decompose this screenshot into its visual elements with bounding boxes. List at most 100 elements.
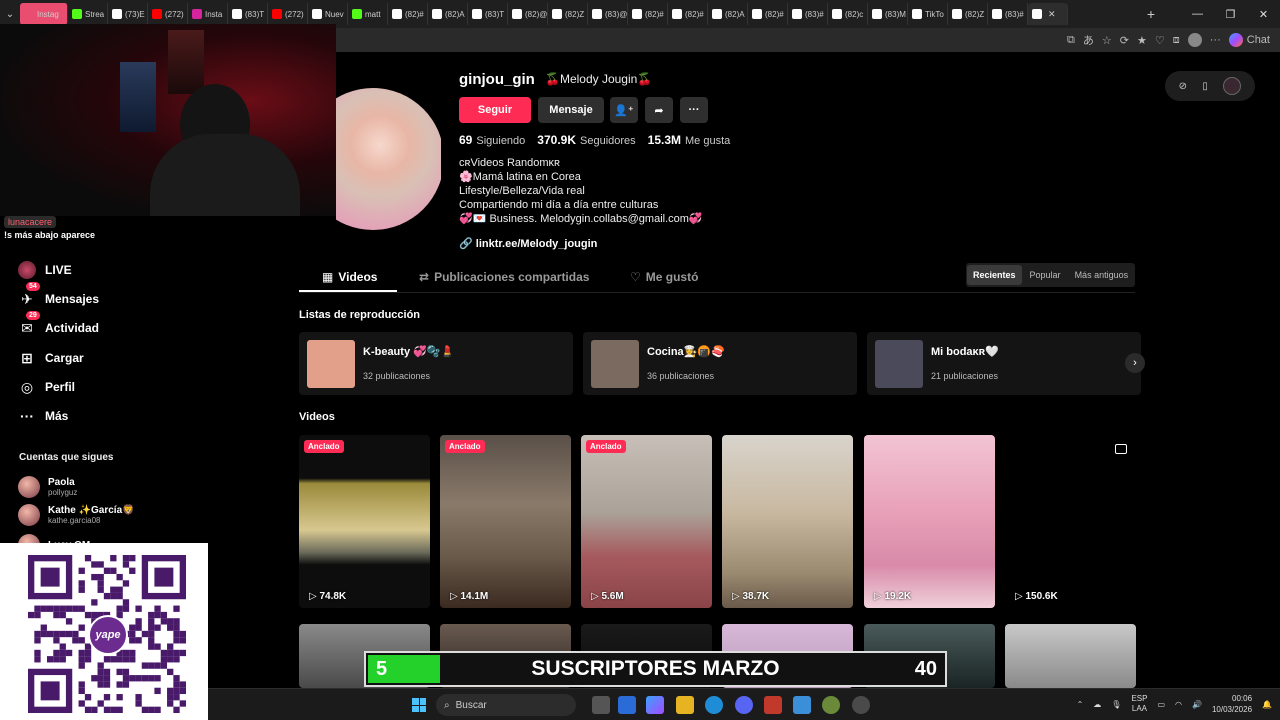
browser-tab[interactable]: (82)#: [748, 3, 788, 25]
sidebar-item-5[interactable]: ··· Más: [18, 407, 68, 425]
file-explorer-icon[interactable]: [676, 696, 694, 714]
video-card[interactable]: ▷ 19.2K: [864, 435, 995, 608]
video-card[interactable]: ▷ 150.6K: [1005, 435, 1136, 608]
profile-link[interactable]: 🔗 linktr.ee/Melody_jougin: [459, 237, 597, 250]
browser-tab[interactable]: (82)#: [628, 3, 668, 25]
account-avatar[interactable]: [1223, 77, 1242, 95]
store-icon[interactable]: [618, 696, 636, 714]
xbox-icon[interactable]: [822, 696, 840, 714]
monitor-icon[interactable]: ▭: [1157, 700, 1165, 709]
add-friend-button[interactable]: 👤⁺: [610, 97, 638, 123]
sort-popular[interactable]: Popular: [1024, 265, 1067, 285]
sidebar-item-3[interactable]: ⊞ Cargar: [18, 349, 84, 367]
browser-tab[interactable]: matt: [348, 3, 388, 25]
browser-tab[interactable]: (83)T: [468, 3, 508, 25]
video-card[interactable]: ▷ 38.7K: [722, 435, 853, 608]
task-view-icon[interactable]: [592, 696, 610, 714]
discord-icon[interactable]: [735, 696, 753, 714]
browser-tab[interactable]: (82)c: [828, 3, 868, 25]
tab-menu-icon[interactable]: ⌄: [0, 9, 20, 20]
browser-tab[interactable]: TikTo: [908, 3, 948, 25]
browser-tab[interactable]: Insta: [188, 3, 228, 25]
tab-liked[interactable]: ♡ Me gustó: [630, 270, 698, 284]
language-indicator[interactable]: ESP LAA: [1131, 694, 1147, 714]
video-card[interactable]: Anclado ▷ 14.1M: [440, 435, 571, 608]
tab-reposts[interactable]: ⇄ Publicaciones compartidas: [419, 270, 589, 284]
extensions-icon[interactable]: ⟳: [1120, 34, 1129, 47]
tab-close-icon[interactable]: ✕: [1048, 9, 1056, 20]
browser-tab[interactable]: (82)#: [388, 3, 428, 25]
sidebar-item-1[interactable]: ✈ 54 Mensajes: [18, 282, 99, 308]
browser-tab[interactable]: (82)A: [428, 3, 468, 25]
browser-tab[interactable]: Instag: [20, 3, 68, 25]
browser-tab[interactable]: (73)E: [108, 3, 148, 25]
taskbar-search[interactable]: ⌕ Buscar: [436, 694, 576, 716]
playlists-next-button[interactable]: ›: [1125, 353, 1145, 373]
more-options-button[interactable]: ···: [680, 97, 708, 123]
video-card[interactable]: Anclado ▷ 5.6M: [581, 435, 712, 608]
translate-icon[interactable]: あ: [1083, 32, 1094, 48]
browser-tab[interactable]: (83)@: [588, 3, 628, 25]
cloud-icon[interactable]: ☁: [1093, 700, 1101, 709]
share-button[interactable]: ➦: [645, 97, 673, 123]
playlist-card[interactable]: Cocina👩‍🍳🍘🍣 36 publicaciones: [583, 332, 857, 395]
clock[interactable]: 00:06 10/03/2026: [1212, 693, 1252, 715]
new-tab-button[interactable]: +: [1140, 6, 1162, 22]
followed-account[interactable]: Kathe ✨García🦁 kathe.garcia08: [18, 504, 135, 526]
follow-button[interactable]: Seguir: [459, 97, 531, 123]
notifications-icon[interactable]: 🔔: [1262, 700, 1272, 709]
miniplayer-icon[interactable]: [1115, 444, 1127, 454]
maximize-icon[interactable]: ❐: [1214, 0, 1247, 28]
browser-tab[interactable]: (82)A: [708, 3, 748, 25]
message-button[interactable]: Mensaje: [538, 97, 604, 123]
sidebar-item-0[interactable]: LIVE: [18, 261, 72, 279]
edge-browser-icon[interactable]: [705, 696, 723, 714]
browser-tab[interactable]: (272): [148, 3, 188, 25]
heart-icon[interactable]: ♡: [1155, 34, 1165, 47]
sort-recent[interactable]: Recientes: [967, 265, 1022, 285]
collections-icon[interactable]: ⧈: [1173, 34, 1180, 47]
app-tf-icon[interactable]: [764, 696, 782, 714]
browser-tab[interactable]: ✕: [1028, 3, 1068, 25]
browser-tab[interactable]: Strea: [68, 3, 108, 25]
video-card[interactable]: [1005, 624, 1136, 688]
user-avatar-icon[interactable]: [1187, 33, 1202, 47]
browser-tab[interactable]: (83)#: [788, 3, 828, 25]
stat-item[interactable]: 15.3M Me gusta: [648, 133, 731, 147]
browser-tab[interactable]: (82)Z: [948, 3, 988, 25]
windows-start-icon[interactable]: [412, 698, 426, 712]
paint-icon[interactable]: [793, 696, 811, 714]
minimize-icon[interactable]: —: [1181, 0, 1214, 28]
browser-tab[interactable]: (82)Z: [548, 3, 588, 25]
compass-icon[interactable]: ⊘: [1179, 81, 1187, 92]
video-card[interactable]: Anclado ▷ 74.8K: [299, 435, 430, 608]
volume-icon[interactable]: 🔊: [1192, 700, 1202, 709]
copilot-chat-button[interactable]: Chat: [1228, 33, 1270, 47]
profile-avatar[interactable]: [336, 88, 441, 230]
close-window-icon[interactable]: ✕: [1247, 0, 1280, 28]
stat-item[interactable]: 69 Siguiendo: [459, 133, 525, 147]
browser-tab[interactable]: (82)@: [508, 3, 548, 25]
mic-icon[interactable]: 🎙: [1111, 700, 1121, 709]
browser-tab[interactable]: (83)#: [988, 3, 1028, 25]
favorites-icon[interactable]: ★: [1137, 34, 1147, 47]
wifi-icon[interactable]: ◠: [1175, 700, 1182, 709]
open-in-app-icon[interactable]: ⧉: [1067, 34, 1075, 47]
settings-icon[interactable]: [852, 696, 870, 714]
tray-chevron-icon[interactable]: ⌃: [1077, 700, 1084, 709]
tab-videos[interactable]: ▦ Videos: [322, 270, 377, 284]
playlist-card[interactable]: Mi bodaᴋʀ🤍 21 publicaciones: [867, 332, 1141, 395]
browser-tab[interactable]: (82)#: [668, 3, 708, 25]
playlist-card[interactable]: K-beauty 💞🫧💄 32 publicaciones: [299, 332, 573, 395]
browser-tab[interactable]: (272): [268, 3, 308, 25]
browser-tab[interactable]: (83)T: [228, 3, 268, 25]
favorite-star-icon[interactable]: ☆: [1102, 34, 1112, 47]
followed-account[interactable]: Paola pollyguz: [18, 476, 77, 498]
browser-tab[interactable]: Nuev: [308, 3, 348, 25]
sidebar-item-2[interactable]: ✉ 29 Actividad: [18, 311, 99, 337]
phone-icon[interactable]: ▯: [1202, 81, 1208, 92]
stat-item[interactable]: 370.9K Seguidores: [537, 133, 635, 147]
browser-tab[interactable]: (83)M: [868, 3, 908, 25]
sidebar-item-4[interactable]: ◎ Perfil: [18, 378, 75, 396]
menu-dots-icon[interactable]: ···: [1210, 34, 1221, 46]
